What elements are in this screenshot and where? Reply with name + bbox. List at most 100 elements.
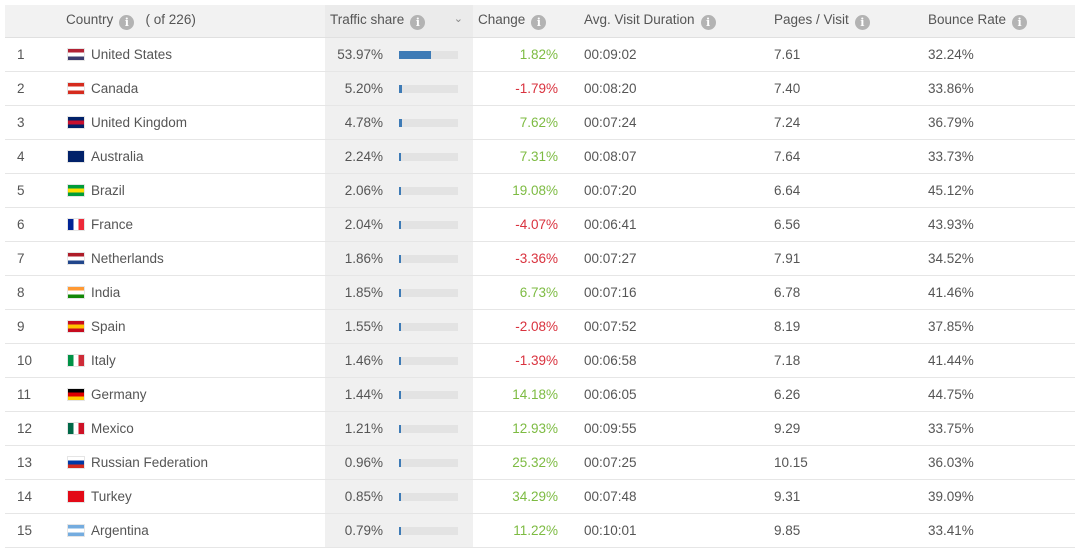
- traffic-share-bar: [399, 153, 458, 161]
- change-value: 34.29%: [473, 479, 578, 514]
- info-icon[interactable]: i: [531, 15, 547, 30]
- country-name[interactable]: Brazil: [91, 183, 125, 198]
- change-value: -1.79%: [473, 71, 578, 106]
- traffic-share-bar: [399, 119, 458, 127]
- traffic-share-cell: 2.24%: [325, 139, 473, 174]
- column-change[interactable]: Change i: [473, 5, 578, 38]
- table-row[interactable]: 12 Mexico 1.21% 12.93% 00:09:55 9.29 33.…: [5, 411, 1075, 446]
- info-icon[interactable]: i: [1012, 15, 1028, 30]
- traffic-share-cell: 1.85%: [325, 275, 473, 310]
- traffic-share-bar-fill: [399, 153, 401, 161]
- country-cell[interactable]: France: [50, 207, 325, 242]
- traffic-share-value: 0.79%: [344, 523, 383, 538]
- country-cell[interactable]: Mexico: [50, 411, 325, 446]
- bounce-rate: 41.44%: [922, 343, 1075, 378]
- table-row[interactable]: 5 Brazil 2.06% 19.08% 00:07:20 6.64 45.1…: [5, 173, 1075, 208]
- table-row[interactable]: 3 United Kingdom 4.78% 7.62% 00:07:24 7.…: [5, 105, 1075, 140]
- country-cell[interactable]: Australia: [50, 139, 325, 174]
- traffic-share-bar: [399, 323, 458, 331]
- info-icon[interactable]: i: [700, 15, 716, 30]
- column-pages-per-visit[interactable]: Pages / Visit i: [768, 5, 922, 38]
- table-row[interactable]: 1 United States 53.97% 1.82% 00:09:02 7.…: [5, 37, 1075, 72]
- info-icon[interactable]: i: [410, 15, 426, 30]
- column-traffic-share[interactable]: Traffic share i ⌄: [325, 5, 473, 38]
- change-value: 7.31%: [473, 139, 578, 174]
- table-row[interactable]: 10 Italy 1.46% -1.39% 00:06:58 7.18 41.4…: [5, 343, 1075, 378]
- table-row[interactable]: 2 Canada 5.20% -1.79% 00:08:20 7.40 33.8…: [5, 71, 1075, 106]
- pages-per-visit: 8.19: [768, 309, 922, 344]
- traffic-share-cell: 1.44%: [325, 377, 473, 412]
- traffic-share-value: 5.20%: [344, 81, 383, 96]
- table-row[interactable]: 7 Netherlands 1.86% -3.36% 00:07:27 7.91…: [5, 241, 1075, 276]
- traffic-share-bar: [399, 187, 458, 195]
- country-name[interactable]: Spain: [91, 319, 126, 334]
- country-name[interactable]: Germany: [91, 387, 147, 402]
- country-name[interactable]: France: [91, 217, 133, 232]
- traffic-share-bar-fill: [399, 289, 401, 297]
- traffic-share-value: 1.44%: [344, 387, 383, 402]
- pages-per-visit: 9.85: [768, 513, 922, 548]
- change-value: -3.36%: [473, 241, 578, 276]
- traffic-share-value: 1.85%: [344, 285, 383, 300]
- country-name[interactable]: United Kingdom: [91, 115, 187, 130]
- country-cell[interactable]: Turkey: [50, 479, 325, 514]
- traffic-share-value: 2.06%: [344, 183, 383, 198]
- avg-visit-duration: 00:06:05: [578, 377, 768, 412]
- flag-icon: [68, 389, 84, 400]
- country-cell[interactable]: Germany: [50, 377, 325, 412]
- column-bounce-rate[interactable]: Bounce Rate i: [922, 5, 1075, 38]
- country-table: Country i ( of 226) Traffic share i ⌄ Chang…: [5, 5, 1075, 548]
- pages-per-visit: 6.64: [768, 173, 922, 208]
- country-name[interactable]: Turkey: [91, 489, 132, 504]
- table-row[interactable]: 6 France 2.04% -4.07% 00:06:41 6.56 43.9…: [5, 207, 1075, 242]
- country-name[interactable]: Italy: [91, 353, 116, 368]
- table-row[interactable]: 15 Argentina 0.79% 11.22% 00:10:01 9.85 …: [5, 513, 1075, 548]
- traffic-share-value: 0.96%: [344, 455, 383, 470]
- country-cell[interactable]: India: [50, 275, 325, 310]
- avg-visit-duration: 00:07:27: [578, 241, 768, 276]
- pages-per-visit: 6.26: [768, 377, 922, 412]
- country-name[interactable]: Mexico: [91, 421, 134, 436]
- table-row[interactable]: 11 Germany 1.44% 14.18% 00:06:05 6.26 44…: [5, 377, 1075, 412]
- rank: 12: [5, 411, 50, 446]
- pages-per-visit: 9.31: [768, 479, 922, 514]
- country-cell[interactable]: United States: [50, 37, 325, 72]
- traffic-share-bar: [399, 255, 458, 263]
- country-name[interactable]: Netherlands: [91, 251, 164, 266]
- flag-icon: [68, 219, 84, 230]
- country-name[interactable]: Argentina: [91, 523, 149, 538]
- table-row[interactable]: 14 Turkey 0.85% 34.29% 00:07:48 9.31 39.…: [5, 479, 1075, 514]
- change-value: 14.18%: [473, 377, 578, 412]
- info-icon[interactable]: i: [119, 15, 135, 30]
- country-name[interactable]: Canada: [91, 81, 138, 96]
- table-row[interactable]: 8 India 1.85% 6.73% 00:07:16 6.78 41.46%: [5, 275, 1075, 310]
- country-cell[interactable]: Brazil: [50, 173, 325, 208]
- country-cell[interactable]: Canada: [50, 71, 325, 106]
- column-avg-visit-duration[interactable]: Avg. Visit Duration i: [578, 5, 768, 38]
- traffic-share-value: 1.86%: [344, 251, 383, 266]
- avg-visit-duration: 00:10:01: [578, 513, 768, 548]
- table-row[interactable]: 4 Australia 2.24% 7.31% 00:08:07 7.64 33…: [5, 139, 1075, 174]
- country-name[interactable]: India: [91, 285, 120, 300]
- column-country[interactable]: Country i ( of 226): [50, 5, 325, 38]
- country-cell[interactable]: Spain: [50, 309, 325, 344]
- country-cell[interactable]: United Kingdom: [50, 105, 325, 140]
- country-cell[interactable]: Netherlands: [50, 241, 325, 276]
- avg-visit-duration: 00:07:20: [578, 173, 768, 208]
- info-icon[interactable]: i: [854, 15, 870, 30]
- traffic-share-bar-fill: [399, 425, 401, 433]
- bounce-rate: 34.52%: [922, 241, 1075, 276]
- traffic-share-value: 4.78%: [344, 115, 383, 130]
- traffic-share-bar-fill: [399, 119, 402, 127]
- table-row[interactable]: 9 Spain 1.55% -2.08% 00:07:52 8.19 37.85…: [5, 309, 1075, 344]
- country-name[interactable]: United States: [91, 47, 172, 62]
- country-cell[interactable]: Russian Federation: [50, 445, 325, 480]
- country-cell[interactable]: Italy: [50, 343, 325, 378]
- country-cell[interactable]: Argentina: [50, 513, 325, 548]
- country-name[interactable]: Russian Federation: [91, 455, 208, 470]
- table-row[interactable]: 13 Russian Federation 0.96% 25.32% 00:07…: [5, 445, 1075, 480]
- chevron-down-icon[interactable]: ⌄: [454, 12, 463, 25]
- country-name[interactable]: Australia: [91, 149, 144, 164]
- traffic-share-bar-fill: [399, 85, 403, 93]
- rank: 7: [5, 241, 50, 276]
